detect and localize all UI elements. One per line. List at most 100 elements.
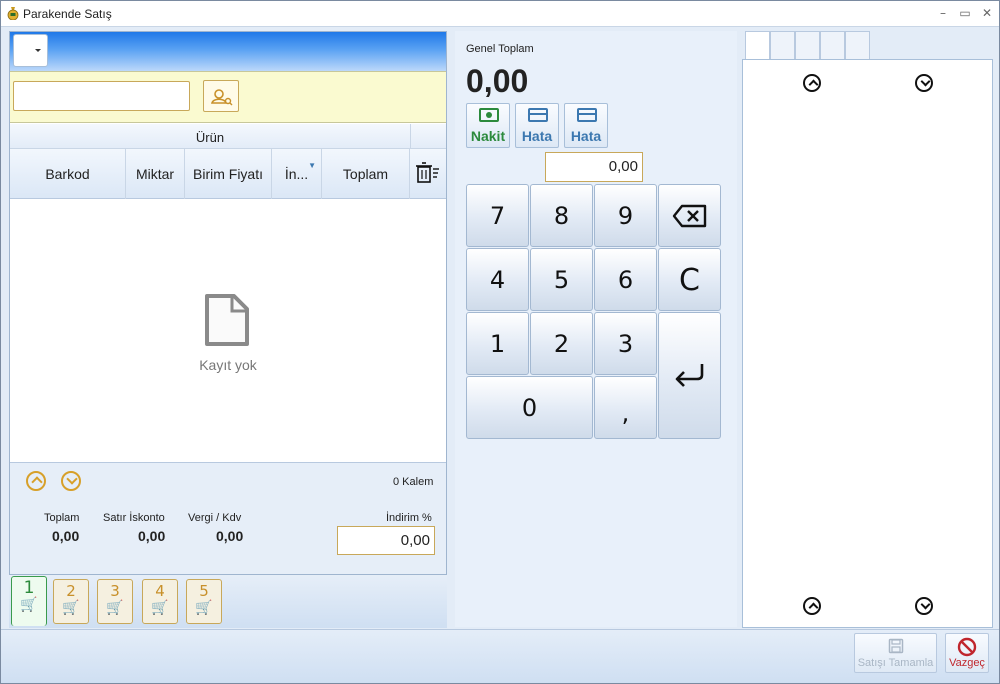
product-group-label: Ürün: [195, 130, 225, 145]
grand-total-label: Genel Toplam: [466, 43, 534, 55]
key-7[interactable]: 7: [466, 184, 529, 247]
cart-number: 1: [23, 578, 35, 598]
pay-card-label-2: Hata: [570, 128, 602, 144]
column-header-row: Barkod Miktar Birim Fiyatı İn... ▼ Topla…: [10, 149, 446, 199]
cart-number: 3: [110, 582, 120, 600]
scroll-down-icon[interactable]: [61, 471, 81, 491]
key-comma[interactable]: ,: [594, 376, 657, 439]
cart-tab-2[interactable]: 2 🛒: [53, 579, 89, 624]
card-icon: [528, 108, 548, 122]
cart-tab-5[interactable]: 5 🛒: [186, 579, 222, 624]
toplam-label: Toplam: [44, 512, 80, 524]
cart-icon: 🛒: [20, 596, 38, 612]
backspace-icon: [672, 204, 706, 228]
vergi-label: Vergi / Kdv: [188, 512, 242, 524]
title-bar: Parakende Satış – ▭ ✕: [1, 1, 999, 27]
satir-iskonto-label: Satır İskonto: [103, 512, 165, 524]
pay-card-button-2[interactable]: Hata: [564, 103, 608, 148]
grid-body: Kayıt yok: [10, 199, 446, 462]
trash-filter-icon: [416, 162, 439, 183]
scroll-up-icon[interactable]: [26, 471, 46, 491]
cart-icon: 🛒: [106, 599, 124, 615]
enter-icon: [675, 364, 703, 387]
customer-select-button[interactable]: [203, 80, 239, 112]
cancel-icon: [957, 637, 977, 657]
backspace-key[interactable]: [658, 184, 721, 247]
category-tab-2[interactable]: [770, 31, 795, 60]
enter-key[interactable]: [658, 312, 721, 439]
key-4[interactable]: 4: [466, 248, 529, 311]
chevron-up-icon[interactable]: [803, 74, 821, 92]
payment-panel: Genel Toplam 0,00 Nakit Hata Hata 0,00 7…: [455, 31, 737, 627]
empty-message: Kayıt yok: [199, 357, 257, 373]
card-icon: [577, 108, 597, 122]
pay-card-button-1[interactable]: Hata: [515, 103, 559, 148]
key-1[interactable]: 1: [466, 312, 529, 375]
cancel-button[interactable]: Vazgeç: [945, 633, 989, 673]
chevron-down-icon[interactable]: [915, 74, 933, 92]
cart-icon: 🛒: [62, 599, 80, 615]
save-icon: [888, 638, 903, 654]
money-bag-icon: [7, 7, 19, 20]
totals-summary: 0 Kalem Toplam 0,00 Satır İskonto 0,00 V…: [10, 462, 446, 574]
footer-bar: Satışı Tamamla Vazgeç: [1, 629, 999, 683]
column-miktar[interactable]: Miktar: [126, 149, 185, 199]
pay-cash-button[interactable]: Nakit: [466, 103, 510, 148]
vergi-value: 0,00: [216, 528, 244, 544]
key-2[interactable]: 2: [530, 312, 593, 375]
key-9[interactable]: 9: [594, 184, 657, 247]
minimize-icon[interactable]: –: [935, 5, 951, 21]
toplam-value: 0,00: [52, 528, 80, 544]
maximize-icon[interactable]: ▭: [957, 5, 973, 21]
category-tab-4[interactable]: [820, 31, 845, 60]
cart-tabs: 1 🛒 2 🛒 3 🛒 4 🛒 5 🛒: [9, 575, 447, 628]
customer-bar: [10, 71, 446, 123]
header-bar: [10, 32, 446, 71]
category-tab-1[interactable]: [745, 31, 770, 60]
key-3[interactable]: 3: [594, 312, 657, 375]
satir-iskonto-value: 0,00: [138, 528, 166, 544]
key-8[interactable]: 8: [530, 184, 593, 247]
filter-icon[interactable]: ▼: [308, 141, 316, 191]
chevron-up-icon[interactable]: [803, 597, 821, 615]
cash-icon: [479, 108, 499, 122]
retail-sale-window: Parakende Satış – ▭ ✕ Ürün Barkod Miktar…: [0, 0, 1000, 684]
column-toplam[interactable]: Toplam: [322, 149, 410, 199]
quick-products-panel: [742, 59, 993, 628]
customer-search-input[interactable]: [13, 81, 190, 111]
window-title: Parakende Satış: [23, 7, 112, 21]
cart-tab-1[interactable]: 1 🛒: [11, 576, 47, 626]
key-5[interactable]: 5: [530, 248, 593, 311]
category-tab-3[interactable]: [795, 31, 820, 60]
column-barkod[interactable]: Barkod: [10, 149, 126, 199]
sales-grid-panel: Ürün Barkod Miktar Birim Fiyatı İn... ▼ …: [9, 31, 447, 575]
key-6[interactable]: 6: [594, 248, 657, 311]
complete-sale-button[interactable]: Satışı Tamamla: [854, 633, 937, 673]
numeric-keypad: 7 8 9 4 5 6 C 1 2 3 0 ,: [466, 184, 724, 442]
cart-number: 4: [155, 582, 165, 600]
grand-total-value: 0,00: [466, 63, 529, 99]
cart-tab-4[interactable]: 4 🛒: [142, 579, 178, 624]
category-tab-5[interactable]: [845, 31, 870, 60]
pay-card-label-1: Hata: [521, 128, 553, 144]
chevron-down-icon[interactable]: [915, 597, 933, 615]
cancel-label: Vazgeç: [949, 657, 985, 669]
delete-rows-button[interactable]: [410, 149, 446, 199]
header-divider: [410, 124, 411, 149]
complete-sale-label: Satışı Tamamla: [857, 657, 934, 669]
key-0[interactable]: 0: [466, 376, 593, 439]
store-dropdown[interactable]: [13, 34, 48, 67]
discount-percent-input[interactable]: 0,00: [337, 526, 435, 555]
product-group-header: Ürün: [10, 124, 446, 149]
close-icon[interactable]: ✕: [979, 5, 995, 21]
column-birim-fiyati[interactable]: Birim Fiyatı: [185, 149, 272, 199]
cart-tab-3[interactable]: 3 🛒: [97, 579, 133, 624]
column-indirim[interactable]: İn... ▼: [272, 149, 322, 199]
cart-number: 2: [66, 582, 76, 600]
cart-number: 5: [199, 582, 209, 600]
clear-key[interactable]: C: [658, 248, 721, 311]
column-indirim-label: İn...: [284, 166, 309, 182]
payment-amount-input[interactable]: 0,00: [545, 152, 643, 182]
chevron-down-icon: [35, 49, 41, 52]
cart-icon: 🛒: [195, 599, 213, 615]
